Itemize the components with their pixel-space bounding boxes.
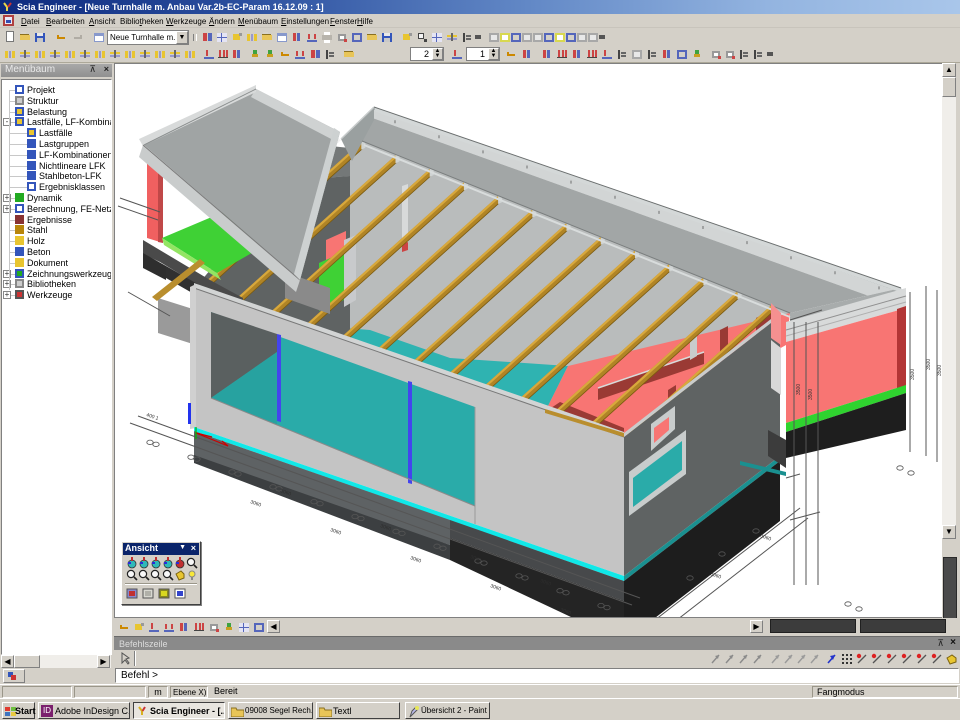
svg-text:3060: 3060	[709, 571, 722, 580]
svg-text:3500: 3500	[937, 365, 942, 376]
svg-text:3060: 3060	[329, 527, 342, 536]
svg-text:3060: 3060	[759, 533, 772, 542]
svg-text:3060: 3060	[409, 555, 422, 564]
svg-text:3500: 3500	[926, 359, 932, 370]
svg-text:3500: 3500	[808, 389, 814, 400]
svg-text:400 1: 400 1	[145, 412, 159, 422]
svg-text:3500: 3500	[910, 369, 916, 380]
svg-text:3060: 3060	[489, 583, 502, 592]
svg-text:3500: 3500	[796, 384, 802, 395]
svg-text:3060: 3060	[249, 499, 262, 508]
